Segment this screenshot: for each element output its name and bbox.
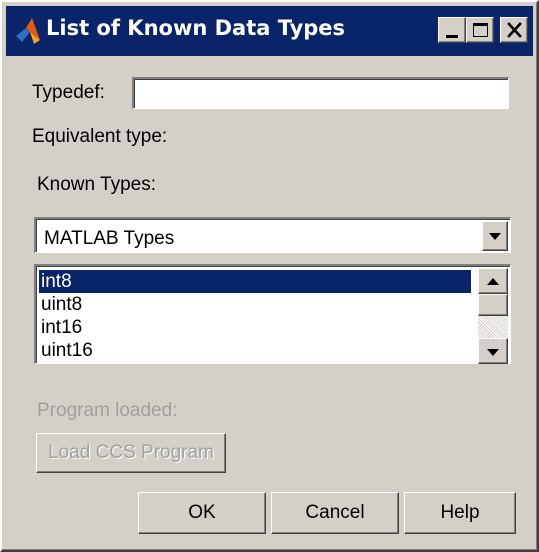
types-listbox[interactable]: int8 uint8 int16 uint16 [34, 264, 511, 364]
known-types-label: Known Types: [37, 174, 157, 195]
dialog-window: List of Known Data Types Typedef: Equiva… [0, 0, 539, 552]
load-ccs-program-button[interactable]: Load CCS Program [36, 433, 226, 473]
typedef-label: Typedef: [32, 82, 105, 103]
maximize-icon [473, 23, 488, 37]
cancel-button[interactable]: Cancel [271, 492, 399, 534]
scroll-down-button[interactable] [478, 338, 508, 364]
window-title: List of Known Data Types [46, 16, 346, 40]
close-button[interactable] [500, 17, 528, 43]
close-icon [507, 22, 522, 38]
dropdown-button[interactable] [482, 221, 508, 251]
list-item[interactable]: uint16 [39, 339, 471, 362]
arrow-down-icon [487, 349, 499, 356]
maximize-button[interactable] [466, 17, 494, 43]
minimize-button[interactable] [438, 17, 466, 43]
typedef-input[interactable] [132, 77, 509, 109]
known-types-selected-value: MATLAB Types [44, 228, 175, 249]
equivalent-type-label: Equivalent type: [32, 126, 168, 147]
cancel-label: Cancel [305, 502, 365, 523]
matlab-logo-icon [16, 18, 40, 44]
title-bar[interactable]: List of Known Data Types [6, 6, 533, 56]
help-button[interactable]: Help [404, 492, 516, 534]
scroll-thumb[interactable] [478, 294, 508, 316]
program-loaded-label: Program loaded: [37, 400, 178, 421]
list-item[interactable]: uint8 [39, 293, 471, 316]
list-scrollbar[interactable] [478, 268, 508, 364]
minimize-icon [446, 35, 458, 38]
help-label: Help [440, 502, 480, 523]
chevron-down-icon [489, 233, 501, 240]
list-item[interactable]: int8 [39, 270, 471, 293]
load-ccs-program-label: Load CCS Program [48, 442, 214, 463]
list-item[interactable]: int16 [39, 316, 471, 339]
ok-button[interactable]: OK [138, 492, 266, 534]
arrow-up-icon [487, 278, 499, 285]
scroll-up-button[interactable] [478, 268, 508, 294]
ok-label: OK [188, 502, 216, 523]
known-types-dropdown[interactable]: MATLAB Types [34, 217, 511, 253]
